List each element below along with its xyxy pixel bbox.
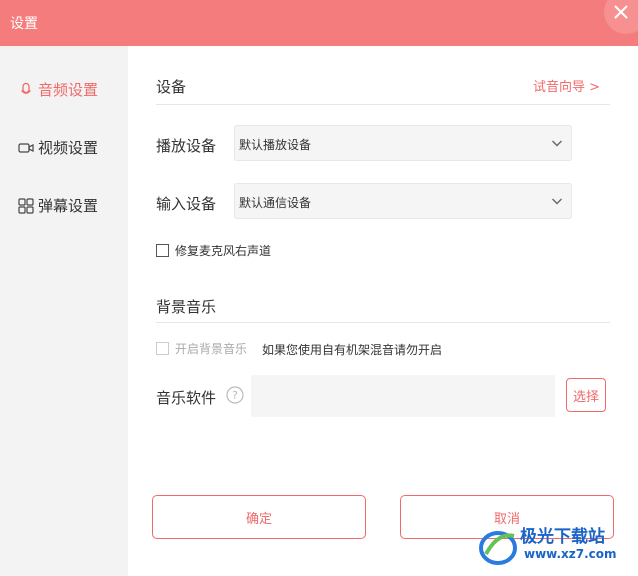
sidebar-item-danmaku[interactable]: 弹幕设置 <box>18 195 98 216</box>
sidebar-item-audio[interactable]: 音频设置 <box>18 79 98 100</box>
watermark: 极光下载站 www.xz7.com <box>478 520 636 572</box>
enable-bgm-option: 开启背景音乐 <box>156 340 247 357</box>
enable-bgm-label: 开启背景音乐 <box>175 342 248 356</box>
sidebar-item-label: 弹幕设置 <box>38 197 99 215</box>
close-icon[interactable] <box>600 0 638 40</box>
input-device-label: 输入设备 <box>156 195 217 213</box>
enable-bgm-checkbox[interactable] <box>156 342 169 355</box>
fix-mic-right-channel-option: 修复麦克风右声道 <box>156 242 271 259</box>
input-device-select[interactable]: 默认通信设备 <box>234 183 572 219</box>
fix-mic-right-channel-label: 修复麦克风右声道 <box>175 244 272 258</box>
title-bar: 设置 <box>0 0 638 46</box>
settings-panel: 设备 试音向导 > 播放设备 默认播放设备 输入设备 默认通信设备 修复麦克风右… <box>128 46 638 576</box>
bgm-note: 如果您使用自有机架混音请勿开启 <box>262 343 443 357</box>
watermark-logo-icon <box>479 531 517 565</box>
bgm-section-title: 背景音乐 <box>156 298 217 316</box>
playback-device-label: 播放设备 <box>156 137 217 155</box>
sidebar-item-label: 视频设置 <box>38 139 99 157</box>
divider <box>156 104 610 105</box>
choose-button[interactable]: 选择 <box>566 378 606 412</box>
sidebar-item-label: 音频设置 <box>38 81 99 99</box>
microphone-icon <box>21 82 31 94</box>
music-software-path-field[interactable] <box>251 375 555 417</box>
playback-device-select[interactable]: 默认播放设备 <box>234 125 572 161</box>
window-title: 设置 <box>10 16 38 32</box>
svg-text:?: ? <box>232 389 238 402</box>
watermark-text: 极光下载站 <box>520 527 605 547</box>
playback-device-value: 默认播放设备 <box>239 138 312 152</box>
sound-test-wizard-link[interactable]: 试音向导 > <box>533 76 600 95</box>
device-section-title: 设备 <box>156 78 187 96</box>
sidebar-item-video[interactable]: 视频设置 <box>18 137 98 158</box>
chevron-down-icon <box>552 140 562 147</box>
help-icon[interactable]: ? <box>226 386 244 404</box>
camera-icon <box>18 142 34 153</box>
divider <box>156 322 610 323</box>
music-software-label: 音乐软件 <box>156 389 217 407</box>
ok-button[interactable]: 确定 <box>152 495 366 539</box>
sidebar: 音频设置 视频设置 弹幕设置 <box>0 46 128 576</box>
chevron-down-icon <box>552 198 562 205</box>
fix-mic-right-channel-checkbox[interactable] <box>156 244 169 257</box>
input-device-value: 默认通信设备 <box>239 196 312 210</box>
grid-icon <box>18 197 34 214</box>
watermark-url: www.xz7.com <box>524 547 617 561</box>
